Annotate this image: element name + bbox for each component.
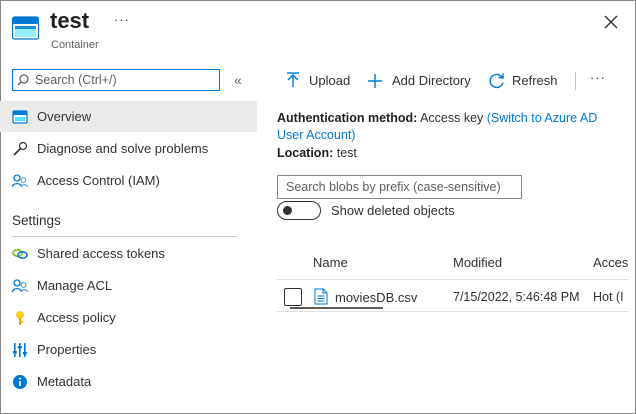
refresh-label: Refresh	[512, 73, 558, 88]
sidebar-item-shared-access-tokens[interactable]: Shared access tokens	[0, 238, 257, 269]
refresh-icon	[489, 73, 504, 89]
switch-auth-link[interactable]: (Switch to Azure AD	[487, 111, 597, 125]
auth-method-label: Authentication method:	[277, 111, 418, 125]
sidebar-item-label: Overview	[37, 109, 92, 124]
upload-button[interactable]: Upload	[285, 70, 355, 92]
sidebar-item-label: Shared access tokens	[37, 246, 165, 261]
row-checkbox[interactable]	[284, 288, 302, 306]
sidebar-item-label: Properties	[37, 342, 97, 357]
sidebar-search[interactable]	[12, 69, 220, 91]
container-icon	[12, 16, 39, 40]
auth-method-line: Authentication method: Access key (Switc…	[277, 111, 597, 125]
toolbar-divider	[575, 72, 576, 90]
add-directory-button[interactable]: Add Directory	[367, 70, 477, 92]
column-header-modified[interactable]: Modified	[453, 255, 502, 270]
refresh-button[interactable]: Refresh	[488, 70, 563, 92]
collapse-sidebar-button[interactable]: «	[234, 72, 242, 88]
sidebar-item-label: Manage ACL	[37, 278, 113, 293]
show-deleted-toggle[interactable]	[277, 201, 321, 220]
sidebar-item-access-control[interactable]: Access Control (IAM)	[0, 165, 257, 196]
add-directory-label: Add Directory	[392, 73, 471, 88]
people-icon	[12, 174, 28, 188]
sidebar-item-metadata[interactable]: Metadata	[0, 366, 257, 397]
prefix-search-box[interactable]	[277, 175, 522, 199]
sidebar-item-manage-acl[interactable]: Manage ACL	[0, 270, 257, 301]
sidebar-item-properties[interactable]: Properties	[0, 334, 257, 365]
sidebar-item-label: Diagnose and solve problems	[37, 141, 209, 156]
upload-label: Upload	[309, 73, 351, 88]
switch-auth-link[interactable]: User Account)	[277, 128, 356, 142]
sidebar-item-label: Access policy	[37, 310, 116, 325]
search-icon	[17, 74, 29, 86]
sidebar-item-label: Metadata	[37, 374, 92, 389]
sidebar-item-overview[interactable]: Overview	[0, 101, 257, 132]
location-value: test	[336, 146, 357, 160]
switch-auth-link-cont: User Account)	[277, 128, 356, 142]
access-tier-cell: Hot (I	[593, 290, 624, 304]
file-name-link[interactable]: moviesDB.csv	[335, 290, 417, 305]
key-icon	[16, 311, 24, 325]
upload-icon	[287, 72, 299, 87]
close-icon[interactable]	[601, 12, 621, 32]
horizontal-scrollbar[interactable]	[290, 307, 383, 309]
location-label: Location:	[277, 146, 334, 160]
page-title: test	[50, 8, 90, 33]
column-header-name[interactable]: Name	[313, 255, 348, 270]
modified-cell: 7/15/2022, 5:46:48 PM	[453, 290, 580, 304]
toggle-knob	[283, 206, 292, 215]
auth-method-value: Access key	[420, 111, 484, 125]
column-header-access[interactable]: Acces	[593, 255, 628, 270]
divider	[12, 236, 237, 237]
search-input[interactable]	[35, 71, 215, 89]
sidebar-item-diagnose[interactable]: Diagnose and solve problems	[0, 133, 257, 164]
file-icon	[314, 288, 328, 305]
overview-icon	[12, 110, 28, 124]
sliders-icon	[12, 343, 27, 357]
sidebar-item-access-policy[interactable]: Access policy	[0, 302, 257, 333]
show-deleted-label: Show deleted objects	[331, 203, 455, 218]
link-icon	[12, 249, 28, 259]
plus-icon	[368, 74, 382, 88]
prefix-search-input[interactable]	[286, 179, 514, 195]
page-subtitle: Container	[51, 39, 99, 51]
row-divider	[277, 311, 629, 312]
settings-section-title: Settings	[12, 213, 61, 228]
header-more-button[interactable]: ···	[114, 12, 130, 27]
sidebar-item-label: Access Control (IAM)	[37, 173, 160, 188]
toolbar-more-button[interactable]: ···	[590, 70, 606, 85]
people-icon	[12, 279, 28, 293]
info-icon	[13, 375, 27, 389]
wrench-icon	[13, 141, 28, 156]
location-line: Location: test	[277, 146, 357, 160]
header-divider	[277, 279, 629, 280]
